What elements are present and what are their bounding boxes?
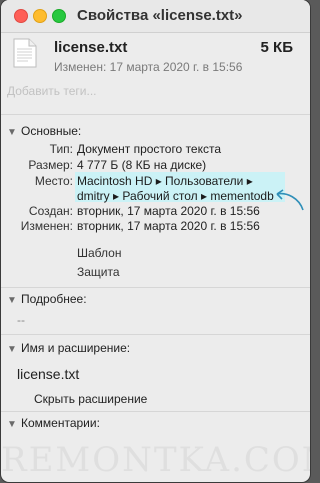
close-button[interactable] xyxy=(14,9,28,23)
divider xyxy=(1,334,310,335)
comments-section-header[interactable]: ▼ Комментарии: xyxy=(7,416,100,430)
location-label: Место: xyxy=(34,174,73,188)
comments-section-title: Комментарии: xyxy=(21,416,100,430)
name-extension-section-title: Имя и расширение: xyxy=(21,341,131,355)
zoom-button[interactable] xyxy=(52,9,66,23)
info-row-type: Тип: Документ простого текста xyxy=(1,142,310,158)
created-value: вторник, 17 марта 2020 г. в 15:56 xyxy=(77,204,260,218)
more-info-value: -- xyxy=(17,313,25,327)
more-info-section-header[interactable]: ▼ Подробнее: xyxy=(7,292,87,306)
watermark: REMONTKA.COM xyxy=(1,440,310,480)
chevron-down-icon: ▼ xyxy=(7,127,17,138)
info-row-modified: Изменен: вторник, 17 марта 2020 г. в 15:… xyxy=(1,219,310,235)
type-label: Тип: xyxy=(49,142,73,156)
name-extension-section-header[interactable]: ▼ Имя и расширение: xyxy=(7,341,130,355)
file-name: license.txt xyxy=(54,39,128,56)
title-bar: Свойства «license.txt» xyxy=(1,0,310,33)
info-row-size: Размер: 4 777 Б (8 КБ на диске) xyxy=(1,158,310,174)
modified-date: Изменен: 17 марта 2020 г. в 15:56 xyxy=(54,60,243,74)
location-path-line1: Macintosh HD ▸ Пользователи ▸ xyxy=(77,174,253,188)
info-window: Свойства «license.txt» license.txt 5 КБ … xyxy=(1,0,310,482)
file-size: 5 КБ xyxy=(260,39,293,56)
minimize-button[interactable] xyxy=(33,9,47,23)
divider xyxy=(1,114,310,115)
divider xyxy=(1,287,310,288)
general-section-title: Основные: xyxy=(21,124,82,138)
modified-label: Изменен: xyxy=(20,219,73,233)
window-title: Свойства «license.txt» xyxy=(77,7,243,24)
text-file-icon xyxy=(13,38,37,68)
created-label: Создан: xyxy=(28,204,73,218)
template-checkbox-label[interactable]: Шаблон xyxy=(77,246,121,260)
general-section-header[interactable]: ▼ Основные: xyxy=(7,124,81,138)
more-info-section-title: Подробнее: xyxy=(21,292,87,306)
size-label: Размер: xyxy=(28,158,73,172)
modified-value: вторник, 17 марта 2020 г. в 15:56 xyxy=(77,219,260,233)
chevron-down-icon: ▼ xyxy=(7,419,17,430)
filename-field[interactable]: license.txt xyxy=(17,366,79,382)
tags-input[interactable] xyxy=(7,82,297,100)
hide-extension-checkbox-label[interactable]: Скрыть расширение xyxy=(34,392,147,406)
type-value: Документ простого текста xyxy=(77,142,222,156)
chevron-down-icon: ▼ xyxy=(7,344,17,355)
divider xyxy=(1,411,310,412)
chevron-down-icon: ▼ xyxy=(7,295,17,306)
locked-checkbox-label[interactable]: Защита xyxy=(77,265,120,279)
size-value: 4 777 Б (8 КБ на диске) xyxy=(77,158,207,172)
info-row-created: Создан: вторник, 17 марта 2020 г. в 15:5… xyxy=(1,204,310,220)
location-path-line2: dmitry ▸ Рабочий стол ▸ mementodb xyxy=(77,189,274,203)
